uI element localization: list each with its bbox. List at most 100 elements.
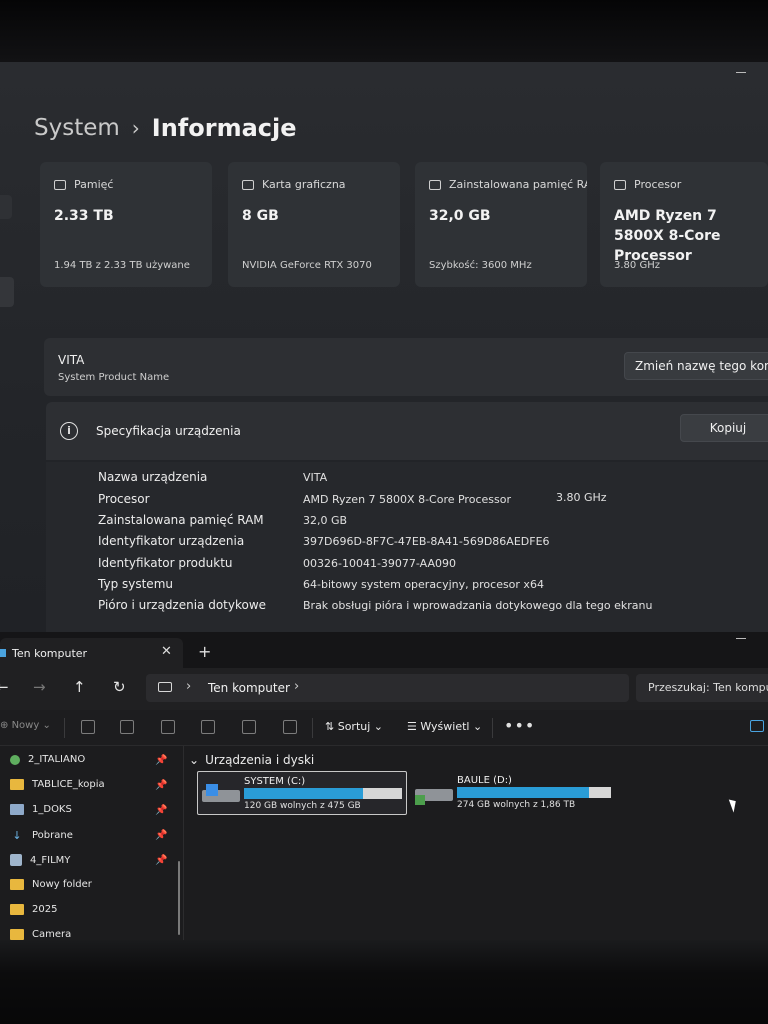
ram-card[interactable]: Zainstalowana pamięć RAM 32,0 GB Szybkoś… (415, 162, 587, 287)
storage-card[interactable]: Pamięć 2.33 TB 1.94 TB z 2.33 TB używane (40, 162, 212, 287)
page-title: Informacje (151, 114, 297, 142)
tab-this-pc[interactable]: Ten komputer ✕ (0, 638, 183, 668)
sort-button[interactable]: ⇅ Sortuj ⌄ (325, 720, 383, 733)
search-input[interactable]: Przeszukaj: Ten komputer (636, 674, 768, 702)
pin-icon[interactable]: 📌 (155, 855, 167, 866)
sidebar-item-1-doks[interactable]: 1_DOKS (10, 804, 72, 815)
tab-label: Ten komputer (12, 647, 88, 660)
spec-key: Pióro i urządzenia dotykowe (98, 598, 267, 612)
sidebar-item-2-italiano[interactable]: 2_ITALIANO (10, 754, 85, 765)
device-spec-header[interactable]: i Specyfikacja urządzenia Kopiuj (46, 402, 768, 460)
delete-icon[interactable] (283, 720, 297, 734)
pc-icon (158, 682, 172, 692)
card-value: AMD Ryzen 7 5800X 8-Core Processor (614, 208, 721, 264)
spec-key: Procesor (98, 492, 150, 506)
chevron-down-icon: ⌄ (189, 753, 200, 767)
file-explorer-window: Ten komputer ✕ + ← → ↑ ↻ › Ten komputer … (0, 632, 768, 940)
gpu-card[interactable]: Karta graficzna 8 GB NVIDIA GeForce RTX … (228, 162, 400, 287)
drive-usage-bar (457, 787, 611, 798)
sidebar-item-pobrane[interactable]: ↓ Pobrane (10, 829, 72, 842)
address-segment[interactable]: Ten komputer (208, 681, 290, 695)
spec-row: Pióro i urządzenia dotykowe Brak obsługi … (98, 598, 652, 612)
sidebar-item-label: TABLICE_kopia (32, 779, 105, 790)
navigation-bar: ← → ↑ ↻ › Ten komputer › Przeszukaj: Ten… (0, 668, 768, 710)
card-header: Karta graficzna (262, 178, 346, 191)
breadcrumb: System › Informacje (34, 114, 297, 142)
folder-icon (10, 904, 24, 915)
spec-key: Identyfikator produktu (98, 556, 233, 570)
spec-key: Identyfikator urządzenia (98, 534, 245, 548)
rename-icon[interactable] (201, 720, 215, 734)
group-title: Urządzenia i dyski (205, 753, 315, 767)
device-spec-list: Nazwa urządzenia VITA Procesor AMD Ryzen 7… (46, 462, 768, 632)
spec-row: Typ systemu 64-bitowy system operacyjny, … (98, 577, 544, 591)
card-subtext: Szybkość: 3600 MHz (429, 260, 532, 271)
card-value: 2.33 TB (54, 208, 114, 224)
spec-value: Brak obsługi pióra i wprowadzania dotyko… (303, 599, 653, 612)
back-arrow-icon[interactable]: ← (0, 678, 9, 696)
spec-key: Zainstalowana pamięć RAM (98, 513, 264, 527)
sidebar-item-tablice-kopia[interactable]: TABLICE_kopia (10, 779, 105, 790)
sidebar-item-nowy-folder[interactable]: Nowy folder (10, 879, 92, 890)
refresh-icon[interactable]: ↻ (113, 678, 126, 696)
nav-rail-item[interactable] (0, 195, 12, 219)
sidebar-item-camera[interactable]: Camera (10, 929, 71, 940)
pin-icon[interactable]: 📌 (155, 755, 167, 766)
monitor-bezel-bottom (0, 940, 768, 1024)
up-arrow-icon[interactable]: ↑ (73, 678, 86, 696)
drive-free-space: 274 GB wolnych z 1,86 TB (457, 800, 576, 810)
more-options-icon[interactable]: ••• (504, 716, 535, 735)
minimize-icon[interactable] (736, 72, 746, 73)
new-button[interactable]: ⊕ Nowy ⌄ (0, 720, 51, 731)
chevron-right-icon[interactable]: › (186, 679, 191, 694)
copy-button[interactable]: Kopiuj (680, 414, 768, 442)
card-subtext: 3.80 GHz (614, 260, 660, 271)
spec-value: 64-bitowy system operacyjny, procesor x6… (303, 578, 544, 591)
windows-drive-icon (202, 784, 240, 808)
drive-c[interactable]: SYSTEM (C:) 120 GB wolnych z 475 GB (197, 771, 407, 815)
forward-arrow-icon[interactable]: → (33, 678, 46, 696)
divider (64, 718, 65, 738)
pin-icon[interactable]: 📌 (155, 805, 167, 816)
spec-value: AMD Ryzen 7 5800X 8-Core Processor (303, 493, 511, 506)
copy-icon[interactable] (120, 720, 134, 734)
minimize-icon[interactable] (736, 638, 746, 639)
sidebar-item-4-filmy[interactable]: 4_FILMY (10, 854, 70, 866)
scrollbar[interactable] (178, 861, 180, 935)
chevron-right-icon[interactable]: › (294, 679, 299, 694)
pin-icon[interactable]: 📌 (155, 830, 167, 841)
details-pane-icon[interactable] (750, 720, 764, 732)
monitor-bezel-top (0, 0, 768, 62)
spec-row: Zainstalowana pamięć RAM 32,0 GB (98, 513, 347, 527)
sidebar-item-2025[interactable]: 2025 (10, 904, 57, 915)
cpu-card[interactable]: Procesor AMD Ryzen 7 5800X 8-Core Proces… (600, 162, 768, 287)
view-button[interactable]: ☰ Wyświetl ⌄ (407, 720, 482, 733)
pin-icon[interactable]: 📌 (155, 780, 167, 791)
folder-icon (10, 879, 24, 890)
share-icon[interactable] (242, 720, 256, 734)
card-header: Pamięć (74, 178, 114, 191)
paste-icon[interactable] (161, 720, 175, 734)
card-value: 8 GB (242, 208, 279, 224)
view-label: Wyświetl (420, 720, 470, 733)
breadcrumb-parent[interactable]: System (34, 115, 120, 141)
spec-value: 397D696D-8F7C-47EB-8A41-569D86AEDFE6 (303, 535, 550, 548)
close-icon[interactable]: ✕ (161, 644, 172, 659)
spec-value: VITA (303, 471, 328, 484)
drive-d[interactable]: BAULE (D:) 274 GB wolnych z 1,86 TB (411, 771, 611, 815)
device-name: VITA (58, 353, 85, 367)
new-tab-button[interactable]: + (198, 642, 211, 661)
rename-pc-button[interactable]: Zmień nazwę tego komputera (624, 352, 768, 380)
new-label: Nowy (11, 720, 40, 731)
spec-title: Specyfikacja urządzenia (96, 424, 241, 438)
group-header[interactable]: ⌄ Urządzenia i dyski (189, 753, 314, 767)
pc-icon (0, 649, 6, 657)
videos-icon (10, 854, 22, 866)
sort-label: Sortuj (337, 720, 371, 733)
nav-rail-item[interactable] (0, 277, 14, 307)
sidebar-item-label: Camera (32, 929, 72, 940)
address-bar[interactable]: › Ten komputer › (146, 674, 629, 702)
breadcrumb-separator: › (131, 116, 140, 140)
cut-icon[interactable] (81, 720, 95, 734)
device-name-row: VITA System Product Name Zmień nazwę teg… (44, 338, 768, 396)
